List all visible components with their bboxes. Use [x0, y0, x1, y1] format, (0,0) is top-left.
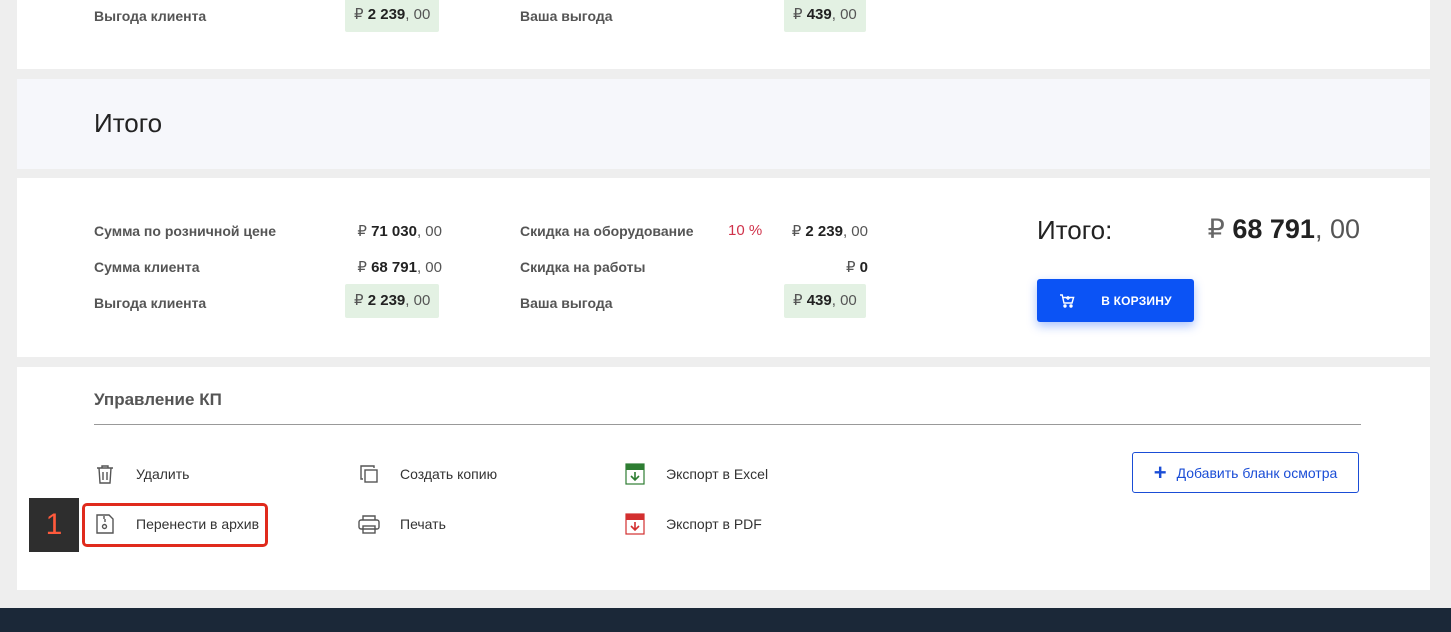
copy-label: Создать копию [400, 466, 498, 482]
client-benefit-value: ₽ 2 239, 00 [345, 284, 440, 318]
delete-action[interactable]: Удалить [94, 463, 189, 485]
equipment-discount-percent: 10 % [728, 222, 763, 239]
works-discount-value: ₽ 0 [845, 259, 868, 276]
total-value: ₽ 68 791, 00 [1207, 214, 1360, 244]
add-to-cart-label: В КОРЗИНУ [1101, 293, 1172, 308]
itogo-section-header: Итого [17, 79, 1430, 169]
your-benefit-label: Ваша выгода [520, 295, 613, 311]
print-action[interactable]: Печать [358, 513, 446, 535]
add-inspection-form-label: Добавить бланк осмотра [1176, 464, 1338, 481]
copy-action[interactable]: Создать копию [358, 463, 497, 485]
printer-icon [358, 513, 380, 535]
divider [94, 424, 1361, 425]
print-label: Печать [400, 516, 446, 532]
export-pdf-action[interactable]: Экспорт в PDF [624, 513, 762, 535]
client-sum-value: ₽ 68 791, 00 [357, 259, 442, 276]
cart-icon [1059, 293, 1075, 308]
archive-label: Перенести в архив [136, 516, 260, 532]
delete-label: Удалить [136, 466, 190, 482]
plus-icon: + [1153, 459, 1167, 485]
excel-icon [624, 463, 646, 485]
client-benefit-label: Выгода клиента [94, 8, 207, 24]
step-number-badge: 1 [29, 498, 79, 552]
copy-icon [358, 463, 380, 485]
top-summary-card: Выгода клиента ₽ 2 239, 00 Ваша выгода ₽… [17, 0, 1430, 69]
equipment-discount-value: ₽ 2 239, 00 [791, 223, 868, 240]
works-discount-label: Скидка на работы [520, 259, 646, 275]
total-label: Итого: [1037, 215, 1113, 245]
retail-sum-label: Сумма по розничной цене [94, 223, 277, 239]
archive-action[interactable]: Перенести в архив [94, 513, 259, 535]
export-excel-label: Экспорт в Excel [666, 466, 769, 482]
client-benefit-value: ₽ 2 239, 00 [345, 0, 440, 32]
management-title: Управление КП [94, 390, 222, 409]
summary-card: Сумма по розничной цене ₽ 71 030, 00 Сум… [17, 178, 1430, 357]
pdf-icon [624, 513, 646, 535]
client-sum-label: Сумма клиента [94, 259, 200, 275]
add-to-cart-button[interactable]: В КОРЗИНУ [1037, 279, 1194, 322]
archive-icon [94, 513, 116, 535]
kp-management-card: Управление КП Удалить Перенести в архив [17, 367, 1430, 590]
export-pdf-label: Экспорт в PDF [666, 516, 762, 532]
section-title: Итого [94, 108, 163, 138]
client-benefit-label: Выгода клиента [94, 295, 207, 311]
your-benefit-value: ₽ 439, 00 [784, 0, 866, 32]
your-benefit-value: ₽ 439, 00 [784, 284, 866, 318]
trash-icon [94, 463, 116, 485]
page-footer [0, 608, 1451, 632]
retail-sum-value: ₽ 71 030, 00 [357, 223, 442, 240]
add-inspection-form-button[interactable]: + Добавить бланк осмотра [1132, 452, 1359, 493]
equipment-discount-label: Скидка на оборудование [520, 223, 694, 239]
your-benefit-label: Ваша выгода [520, 8, 613, 24]
export-excel-action[interactable]: Экспорт в Excel [624, 463, 768, 485]
